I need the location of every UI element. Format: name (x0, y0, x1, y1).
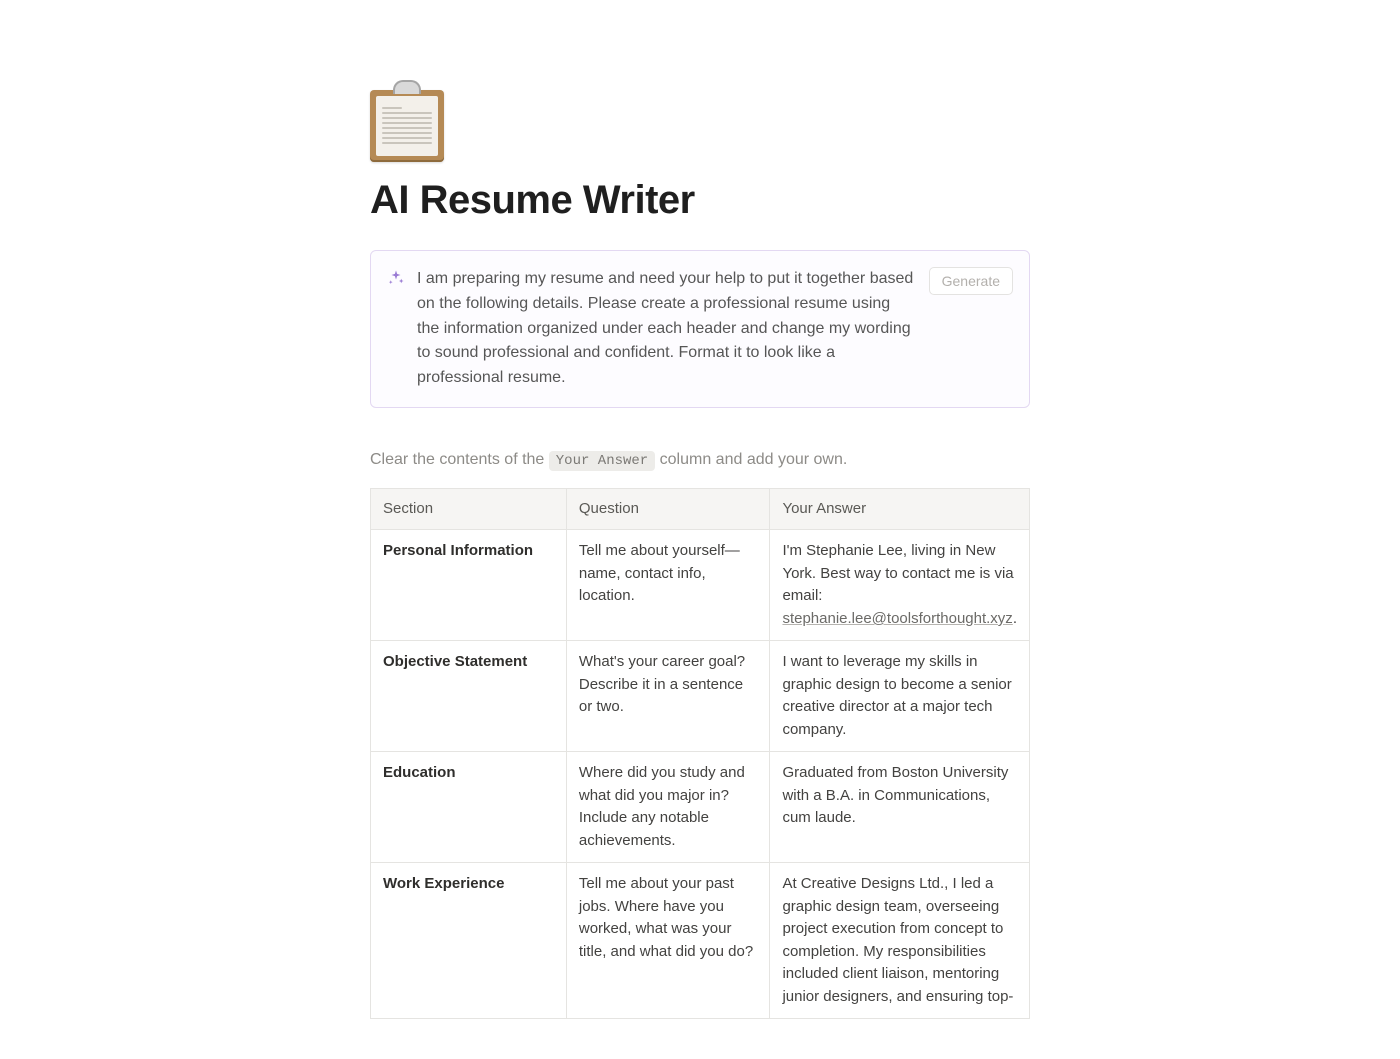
generate-button[interactable]: Generate (929, 267, 1013, 295)
section-cell[interactable]: Education (371, 752, 567, 863)
header-section: Section (371, 488, 567, 530)
question-cell[interactable]: Tell me about your past jobs. Where have… (566, 863, 770, 1019)
header-question: Question (566, 488, 770, 530)
page-title: AI Resume Writer (370, 170, 1030, 230)
table-row[interactable]: Objective StatementWhat's your career go… (371, 641, 1030, 752)
code-inline: Your Answer (549, 451, 655, 471)
ai-prompt-block[interactable]: I am preparing my resume and need your h… (370, 250, 1030, 408)
answer-cell[interactable]: Graduated from Boston University with a … (770, 752, 1030, 863)
table-row[interactable]: Personal InformationTell me about yourse… (371, 530, 1030, 641)
section-cell[interactable]: Personal Information (371, 530, 567, 641)
instruction-text: Clear the contents of the Your Answer co… (370, 448, 1030, 472)
email-link[interactable]: stephanie.lee@toolsforthought.xyz (782, 610, 1012, 627)
section-cell[interactable]: Objective Statement (371, 641, 567, 752)
question-cell[interactable]: Tell me about yourself—name, contact inf… (566, 530, 770, 641)
table-row[interactable]: Work ExperienceTell me about your past j… (371, 863, 1030, 1019)
resume-table: Section Question Your Answer Personal In… (370, 488, 1030, 1020)
sparkle-icon (387, 269, 405, 287)
table-row[interactable]: EducationWhere did you study and what di… (371, 752, 1030, 863)
answer-cell[interactable]: I'm Stephanie Lee, living in New York. B… (770, 530, 1030, 641)
question-cell[interactable]: Where did you study and what did you maj… (566, 752, 770, 863)
header-answer: Your Answer (770, 488, 1030, 530)
question-cell[interactable]: What's your career goal? Describe it in … (566, 641, 770, 752)
ai-prompt-text: I am preparing my resume and need your h… (417, 267, 917, 391)
answer-cell[interactable]: At Creative Designs Ltd., I led a graphi… (770, 863, 1030, 1019)
section-cell[interactable]: Work Experience (371, 863, 567, 1019)
clipboard-icon (370, 80, 444, 162)
answer-cell[interactable]: I want to leverage my skills in graphic … (770, 641, 1030, 752)
